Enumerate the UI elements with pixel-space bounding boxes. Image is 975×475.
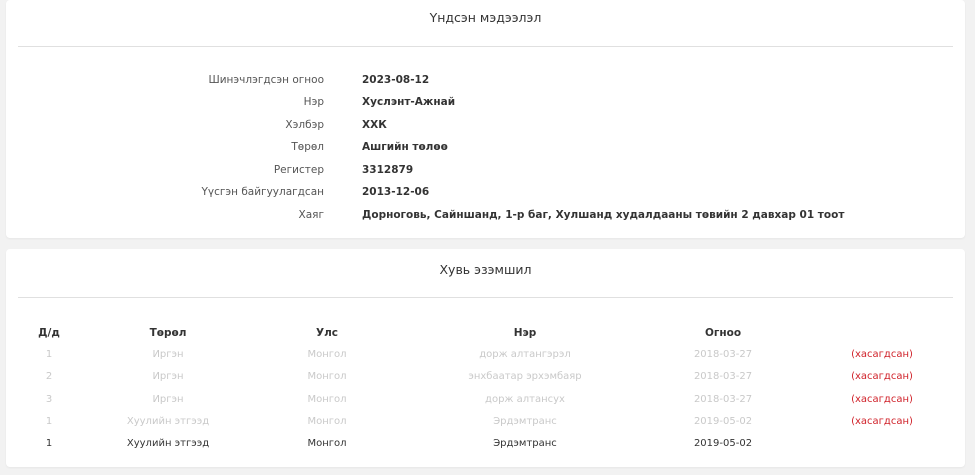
cell-date: 2018-03-27 [693,371,753,382]
basic-info-divider [18,46,953,47]
basic-info-title: Үндсэн мэдээлэл [429,10,542,25]
info-value: 3312879 [362,164,414,176]
cell-num: 3 [45,394,53,405]
cell-num: 1 [45,349,53,360]
cell-country: Монгол [307,349,347,360]
cell-name: Эрдэмтранс [493,438,557,449]
cell-name: дорж алтангэрэл [479,349,571,360]
info-value: Дорноговь, Сайншанд, 1-р баг, Хулшанд ху… [362,209,845,221]
info-value: 2013-12-06 [362,186,430,198]
table-header-row: Д/д Төрөл Улс Нэр Огноо [6,323,965,343]
info-label: Төрөл [291,141,324,153]
table-row: 1 Хуулийн этгээд Монгол Эрдэмтранс 2019-… [6,412,965,432]
column-header-type: Төрөл [149,327,187,339]
table-row: 1 Хуулийн этгээд Монгол Эрдэмтранс 2019-… [6,434,965,454]
removed-status-badge: (хасагдсан) [851,349,913,360]
shareholders-title: Хувь эзэмшил [439,262,532,277]
cell-num: 1 [45,438,53,449]
info-row-updated: Шинэчлэгдсэн огноо 2023-08-12 [6,70,965,90]
cell-type: Иргэн [152,371,184,382]
cell-type: Хуулийн этгээд [126,438,210,449]
cell-date: 2018-03-27 [693,394,753,405]
table-row: 1 Иргэн Монгол дорж алтангэрэл 2018-03-2… [6,345,965,365]
cell-date: 2018-03-27 [693,349,753,360]
basic-info-card: Үндсэн мэдээлэл Шинэчлэгдсэн огноо 2023-… [6,0,965,238]
info-row-name: Нэр Хуслэнт-Ажнай [6,92,965,112]
cell-type: Хуулийн этгээд [126,416,210,427]
column-header-country: Улс [315,327,339,339]
cell-date: 2019-05-02 [693,438,753,449]
cell-country: Монгол [307,371,347,382]
cell-country: Монгол [307,416,347,427]
column-header-name: Нэр [513,327,537,339]
shareholders-card: Хувь эзэмшил Д/д Төрөл Улс Нэр Огноо 1 И… [6,249,965,467]
info-value: ХХК [362,119,387,131]
cell-name: дорж алтансух [485,394,565,405]
cell-name: Эрдэмтранс [493,416,557,427]
cell-num: 2 [45,371,53,382]
cell-type: Иргэн [152,349,184,360]
info-label: Нэр [303,96,324,108]
cell-num: 1 [45,416,53,427]
info-label: Шинэчлэгдсэн огноо [208,74,324,86]
cell-name: энхбаатар эрхэмбаяр [468,371,582,382]
info-value: 2023-08-12 [362,74,430,86]
info-row-form: Хэлбэр ХХК [6,115,965,135]
cell-country: Монгол [307,438,347,449]
column-header-num: Д/д [38,327,60,339]
removed-status-badge: (хасагдсан) [851,416,913,427]
info-row-founded: Үүсгэн байгуулагдсан 2013-12-06 [6,182,965,202]
table-row: 3 Иргэн Монгол дорж алтансух 2018-03-27 … [6,390,965,410]
cell-country: Монгол [307,394,347,405]
table-row: 2 Иргэн Монгол энхбаатар эрхэмбаяр 2018-… [6,367,965,387]
info-row-address: Хаяг Дорноговь, Сайншанд, 1-р баг, Хулша… [6,205,965,225]
info-row-type: Төрөл Ашгийн төлөө [6,137,965,157]
cell-type: Иргэн [152,394,184,405]
removed-status-badge: (хасагдсан) [851,371,913,382]
info-label: Хаяг [298,209,324,221]
shareholders-divider [18,297,953,298]
info-label: Регистер [273,164,324,176]
info-value: Хуслэнт-Ажнай [362,96,456,108]
info-value: Ашгийн төлөө [362,141,448,153]
info-row-register: Регистер 3312879 [6,160,965,180]
info-label: Хэлбэр [285,119,324,131]
cell-date: 2019-05-02 [693,416,753,427]
column-header-date: Огноо [704,327,742,339]
removed-status-badge: (хасагдсан) [851,394,913,405]
info-label: Үүсгэн байгуулагдсан [201,186,324,198]
